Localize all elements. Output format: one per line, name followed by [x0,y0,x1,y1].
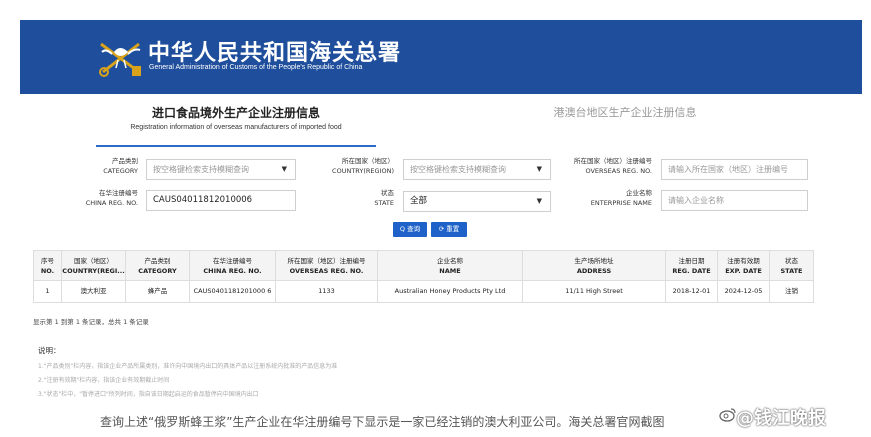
category-placeholder: 按空格键检索支持模糊查询 [153,165,249,174]
col-no[interactable]: 序号 NO. [33,250,62,281]
dropdown-caret-icon: ▼ [536,165,542,173]
col-cn: 注册日期 [678,256,705,265]
cell-exp-date: 2024-12-05 [717,280,770,303]
col-cn: 产品类别 [144,256,171,265]
col-overseas-reg[interactable]: 所在国家（地区）注册编号 OVERSEAS REG. NO. [275,250,378,281]
cell-china-reg: CAUS0401181201000 6 [189,280,276,303]
category-label-en: CATEGORY [103,167,138,175]
enterprise-placeholder: 请输入企业名称 [668,196,724,205]
china-reg-input[interactable]: CAUS04011812010006 [146,190,296,211]
cell-no: 1 [33,280,62,303]
category-select[interactable]: 按空格键检索支持模糊查询 ▼ [146,159,296,180]
china-reg-label-en: CHINA REG. NO. [85,199,138,207]
col-reg-date[interactable]: 注册日期 REG. DATE [665,250,718,281]
enterprise-label-en: ENTERPRISE NAME [590,199,652,207]
tab-label-cn: 进口食品境外生产企业注册信息 [151,106,320,120]
table-row[interactable]: 1 澳大利亚 蜂产品 CAUS0401181201000 6 1133 Aust… [33,280,814,303]
image-caption: 查询上述“俄罗斯蜂王浆”生产企业在华注册编号下显示是一家已经注销的澳大利亚公司。… [100,415,665,429]
cell-country: 澳大利亚 [61,280,126,303]
overseas-reg-placeholder: 请输入所在国家（地区）注册编号 [668,165,788,174]
col-cn: 注册有效期 [727,256,760,265]
col-china-reg[interactable]: 在华注册编号 CHINA REG. NO. [189,250,276,281]
cell-category: 蜂产品 [125,280,190,303]
dropdown-caret-icon: ▼ [281,165,287,173]
table-header-row: 序号 NO. 国家（地区） COUNTRY(REGI... 产品类别 CATEGORY… [33,250,814,281]
col-cn: 国家（地区） [74,256,113,265]
col-cn: 序号 [41,256,54,265]
state-value: 全部 [410,196,428,206]
col-en: REG. DATE [672,266,711,275]
col-en: COUNTRY(REGI... [62,266,125,275]
enterprise-label-cn: 企业名称 [626,189,652,197]
overseas-reg-label-en: OVERSEAS REG. NO. [585,167,652,175]
cell-overseas-reg: 1133 [275,280,378,303]
tab-overseas-manufacturers[interactable]: 进口食品境外生产企业注册信息 Registration information … [96,102,376,147]
col-en: CHINA REG. NO. [203,266,262,275]
tab-label-en: Registration information of overseas man… [130,124,342,131]
col-name[interactable]: 企业名称 NAME [377,250,523,281]
category-label: 产品类别 CATEGORY [60,156,138,176]
cell-address: 11/11 High Street [522,280,666,303]
col-en: ADDRESS [576,266,612,275]
reset-button[interactable]: ⟳ 重置 [431,222,467,237]
cell-reg-date: 2018-12-01 [665,280,718,303]
note-item: 1."产品类别"栏内容，指该企业产品所属类别，准许向中国境内出口的具体产品以注册… [38,363,338,370]
col-en: NO. [40,266,55,275]
notes-title: 说明： [38,346,61,355]
customs-emblem-icon [99,42,141,77]
cell-state: 注销 [769,280,814,303]
state-label-cn: 状态 [381,189,394,197]
col-state[interactable]: 状态 STATE [769,250,814,281]
weibo-logo-icon [719,408,736,422]
col-en: CATEGORY [138,266,177,275]
enterprise-input[interactable]: 请输入企业名称 [661,190,808,211]
state-label-en: STATE [374,199,394,207]
col-cn: 状态 [785,256,798,265]
country-label-cn: 所在国家（地区） [342,157,394,165]
country-placeholder: 按空格键检索支持模糊查询 [410,165,506,174]
col-cn: 企业名称 [437,256,463,265]
site-subtitle: General Administration of Customs of the… [149,64,363,71]
note-item: 3."状态"栏中，"暂停进口"所列时间，指自该日期起启运的食品暂停向中国境内出口 [38,391,259,398]
header-banner: 中华人民共和国海关总署 General Administration of Cu… [20,20,862,94]
state-select[interactable]: 全部 ▼ [403,191,551,212]
pagination-summary: 显示第 1 到第 1 条记录，总共 1 条记录 [33,318,149,326]
watermark: @钱江晚报 [736,408,826,429]
country-label: 所在国家（地区） COUNTRY(REGION) [308,156,394,176]
country-label-en: COUNTRY(REGION) [332,167,394,175]
site-title: 中华人民共和国海关总署 [148,40,402,66]
cell-name: Australian Honey Products Pty Ltd [377,280,523,303]
col-category[interactable]: 产品类别 CATEGORY [125,250,190,281]
col-cn: 在华注册编号 [213,256,252,265]
note-item: 2."注册有效期"栏内容，指该企业有效期截止时间 [38,377,170,384]
enterprise-label: 企业名称 ENTERPRISE NAME [553,188,652,208]
search-button[interactable]: Q 查询 [393,222,427,237]
china-reg-label-cn: 在华注册编号 [99,189,138,197]
tab-hk-macao-taiwan[interactable]: 港澳台地区生产企业注册信息 [530,104,720,120]
col-exp-date[interactable]: 注册有效期 EXP. DATE [717,250,770,281]
state-label: 状态 STATE [308,188,394,208]
category-label-cn: 产品类别 [112,157,138,165]
col-country[interactable]: 国家（地区） COUNTRY(REGI... [61,250,126,281]
dropdown-caret-icon: ▼ [536,197,542,205]
col-en: OVERSEAS REG. NO. [289,266,364,275]
col-en: NAME [439,266,461,275]
col-cn: 所在国家（地区）注册编号 [287,256,366,265]
country-select[interactable]: 按空格键检索支持模糊查询 ▼ [403,159,551,180]
col-en: STATE [780,266,803,275]
col-address[interactable]: 生产场所地址 ADDRESS [522,250,666,281]
results-table: 序号 NO. 国家（地区） COUNTRY(REGI... 产品类别 CATEGORY… [33,250,814,303]
china-reg-label: 在华注册编号 CHINA REG. NO. [60,188,138,208]
col-cn: 生产场所地址 [574,256,614,265]
overseas-reg-label-cn: 所在国家（地区）注册编号 [574,157,652,165]
overseas-reg-input[interactable]: 请输入所在国家（地区）注册编号 [661,159,808,180]
overseas-reg-label: 所在国家（地区）注册编号 OVERSEAS REG. NO. [553,156,652,176]
col-en: EXP. DATE [725,266,762,275]
